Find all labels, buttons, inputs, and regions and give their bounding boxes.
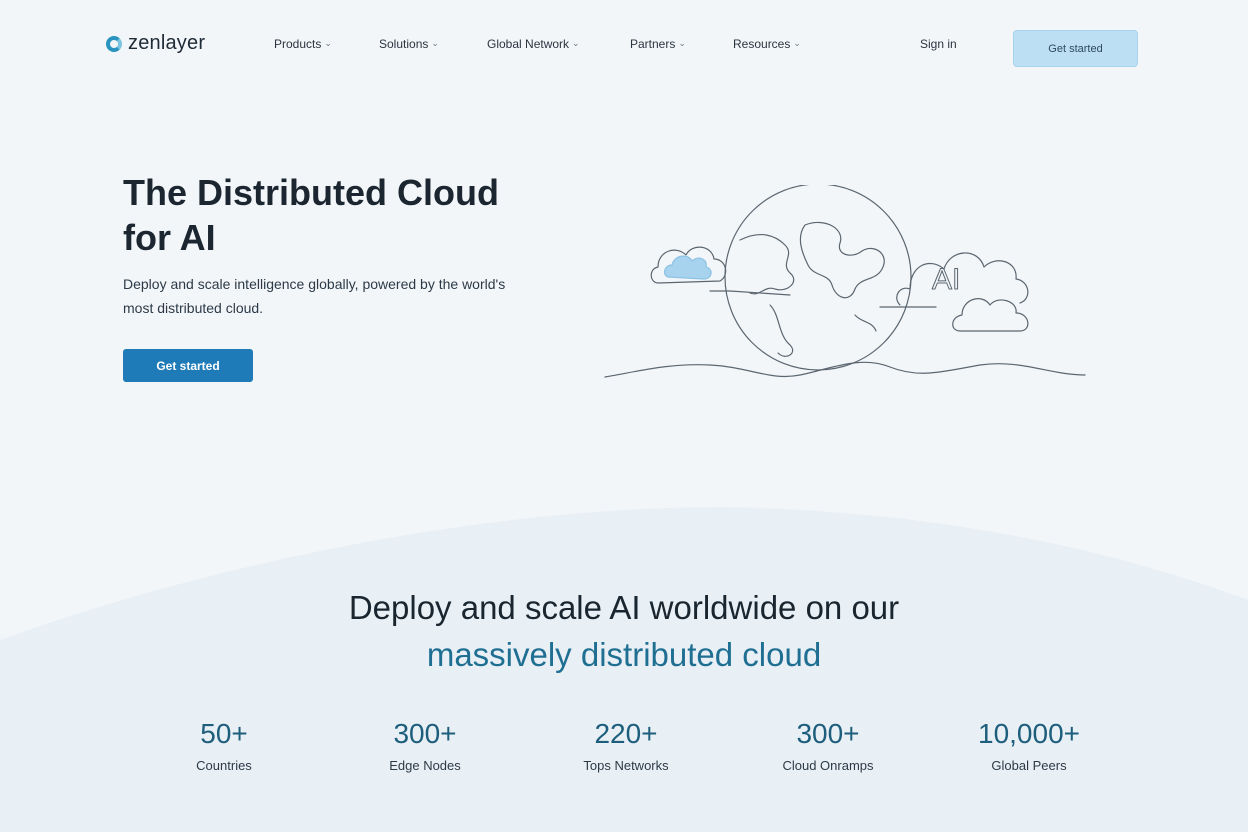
stat-item-edge-nodes: 300+ Edge Nodes	[345, 716, 505, 773]
hero-subtitle-line2: most distributed cloud.	[123, 300, 264, 316]
hero-get-started-button[interactable]: Get started	[123, 349, 253, 382]
stat-value: 300+	[393, 718, 457, 749]
stat-item-countries: 50+ Countries	[144, 716, 304, 773]
stat-value: 300+	[796, 718, 860, 749]
chevron-down-icon: ⌄	[678, 37, 686, 48]
stat-label: Global Peers	[991, 758, 1067, 773]
stat-label: Cloud Onramps	[782, 758, 874, 773]
stat-label: Edge Nodes	[389, 758, 461, 773]
stat-label: Countries	[196, 758, 252, 773]
ground-line	[604, 361, 1086, 378]
cloud-shape	[952, 298, 1029, 332]
section-heading-line1: Deploy and scale AI worldwide on our	[348, 589, 900, 626]
continent-shape	[769, 304, 794, 357]
section-heading-line2: massively distributed cloud	[426, 636, 822, 673]
hero-title-line2: for AI	[123, 217, 216, 258]
stat-value: 10,000+	[978, 718, 1080, 749]
continent-shape	[854, 314, 877, 332]
nav-item-global-network[interactable]: Global Network ⌄	[487, 37, 580, 51]
hero-title: The Distributed Cloud for AI	[123, 170, 563, 260]
stat-item-networks: 220+ Tops Networks	[546, 716, 706, 773]
chevron-down-icon: ⌄	[572, 37, 580, 48]
nav-item-partners[interactable]: Partners ⌄	[630, 37, 686, 51]
nav-get-started-button[interactable]: Get started	[1013, 30, 1138, 67]
hero-subtitle: Deploy and scale intelligence globally, …	[123, 272, 563, 320]
stat-value: 50+	[200, 718, 248, 749]
brand-logo[interactable]: zenlayer	[106, 32, 205, 55]
chevron-down-icon: ⌄	[793, 37, 801, 48]
globe-cloud-illustration: AI	[604, 185, 1086, 378]
nav-item-solutions[interactable]: Solutions ⌄	[379, 37, 439, 51]
logo-text: zenlayer	[128, 32, 206, 54]
chevron-down-icon: ⌄	[431, 37, 439, 48]
hero-subtitle-line1: Deploy and scale intelligence globally, …	[123, 276, 506, 292]
stat-item-global-peers: 10,000+ Global Peers	[949, 716, 1109, 773]
section-heading: Deploy and scale AI worldwide on our mas…	[0, 584, 1248, 678]
nav-item-label: Resources	[733, 37, 791, 51]
stat-item-cloud-onramps: 300+ Cloud Onramps	[748, 716, 908, 773]
nav-item-products[interactable]: Products ⌄	[274, 37, 332, 51]
nav-item-label: Solutions	[379, 37, 429, 51]
cloud-shape	[896, 252, 1029, 306]
hero-title-line1: The Distributed Cloud	[123, 172, 499, 213]
ai-text: AI	[932, 263, 960, 296]
globe-outline	[724, 185, 912, 371]
stat-label: Tops Networks	[583, 758, 669, 773]
nav-item-label: Partners	[630, 37, 676, 51]
chevron-down-icon: ⌄	[324, 37, 332, 48]
nav-item-label: Products	[274, 37, 322, 51]
top-navigation: zenlayer Products ⌄ Solutions ⌄ Global N…	[0, 0, 1248, 92]
stat-value: 220+	[594, 718, 658, 749]
continent-shape	[739, 233, 795, 295]
background-wave	[0, 507, 1248, 832]
nav-item-resources[interactable]: Resources ⌄	[733, 37, 801, 51]
stats-row: 50+ Countries 300+ Edge Nodes 220+ Tops …	[0, 716, 1248, 786]
logo-icon	[106, 35, 122, 52]
continent-shape	[799, 221, 885, 299]
cloud-fill	[663, 255, 712, 280]
nav-item-label: Global Network	[487, 37, 570, 51]
sign-in-link[interactable]: Sign in	[920, 37, 957, 51]
